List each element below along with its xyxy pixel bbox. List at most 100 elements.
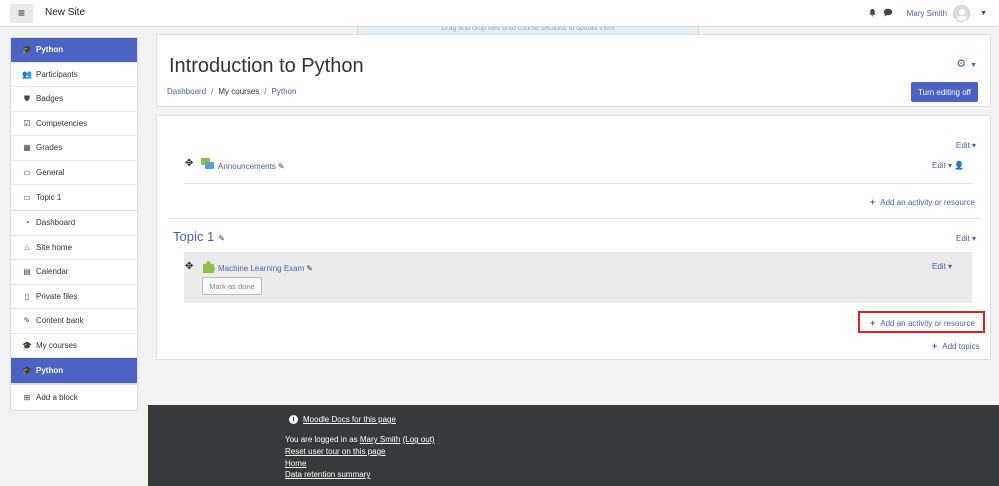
- edit-label: Edit: [956, 141, 970, 150]
- nav-item-my-courses[interactable]: 🎓 My courses: [11, 334, 137, 358]
- info-icon: i: [289, 415, 298, 424]
- nav-item-label: Topic 1: [36, 192, 62, 202]
- graduation-cap-icon: 🎓: [22, 365, 32, 375]
- data-retention-link[interactable]: Data retention summary: [285, 470, 370, 479]
- folder-icon: ▭: [23, 192, 31, 202]
- file-icon: ▯: [24, 291, 30, 301]
- nav-item-label: Private files: [36, 291, 78, 301]
- moodle-docs-link[interactable]: i Moodle Docs for this page: [289, 415, 396, 424]
- page-footer: i Moodle Docs for this page You are logg…: [148, 405, 999, 486]
- add-topics-label: Add topics: [942, 342, 980, 351]
- nav-item-label: My courses: [36, 340, 77, 350]
- nav-item-content-bank[interactable]: ✎ Content bank: [11, 309, 137, 334]
- nav-item-label: Badges: [36, 94, 64, 104]
- nav-item-badges[interactable]: ⛊ Badges: [11, 87, 137, 112]
- pencil-icon[interactable]: ✎: [278, 162, 285, 171]
- breadcrumb-my-courses[interactable]: My courses: [218, 87, 259, 96]
- activity-name: Announcements: [218, 162, 276, 171]
- puzzle-icon: [203, 261, 215, 273]
- breadcrumb-dashboard[interactable]: Dashboard: [167, 87, 206, 96]
- hamburger-icon[interactable]: ≡: [10, 4, 33, 23]
- add-block-button[interactable]: ⊞ Add a block: [11, 385, 137, 410]
- add-topics-button[interactable]: + Add topics: [932, 341, 980, 351]
- home-icon: ⌂: [24, 242, 30, 252]
- logged-in-prefix: You are logged in as: [285, 435, 358, 444]
- plus-square-icon: ⊞: [23, 392, 31, 402]
- nav-item-python-course[interactable]: 🎓 Python: [11, 358, 137, 383]
- dashboard-icon: ◔: [24, 218, 30, 228]
- mark-as-done-button[interactable]: Mark as done: [202, 277, 262, 295]
- avatar[interactable]: [953, 5, 971, 22]
- nav-item-calendar[interactable]: ▤ Calendar: [11, 260, 137, 285]
- table-icon: ▦: [23, 143, 31, 153]
- brush-icon: ✎: [23, 316, 31, 326]
- breadcrumb-separator: /: [264, 87, 267, 96]
- users-icon: 👥: [22, 69, 32, 79]
- move-icon[interactable]: ✥: [185, 261, 193, 272]
- chevron-down-icon: ▼: [970, 62, 977, 69]
- announcements-link[interactable]: Announcements ✎: [218, 162, 285, 171]
- section-title-topic-1[interactable]: Topic 1 ✎: [173, 229, 225, 244]
- nav-item-participants[interactable]: 👥 Participants: [11, 63, 137, 87]
- checkbox-icon: ☑: [23, 118, 31, 128]
- logged-in-info: You are logged in as Mary Smith (Log out…: [285, 435, 435, 444]
- add-block-nav: ⊞ Add a block: [10, 384, 138, 411]
- activity-name: Machine Learning Exam: [218, 264, 305, 273]
- machine-learning-exam-link[interactable]: Machine Learning Exam ✎: [218, 264, 313, 273]
- logged-in-user-link[interactable]: Mary Smith: [360, 435, 400, 444]
- add-activity-button-section-0[interactable]: + Add an activity or resource: [870, 197, 975, 207]
- chat-icon[interactable]: [883, 8, 893, 19]
- nav-item-private-files[interactable]: ▯ Private files: [11, 285, 137, 309]
- pencil-icon[interactable]: ✎: [306, 264, 313, 273]
- nav-item-label: Site home: [36, 242, 73, 252]
- nav-item-general[interactable]: ▭ General: [11, 161, 137, 185]
- pencil-icon[interactable]: ✎: [218, 234, 225, 243]
- breadcrumb-python[interactable]: Python: [272, 87, 297, 96]
- forum-icon: [201, 158, 214, 169]
- exam-edit-menu[interactable]: Edit ▾: [932, 262, 952, 271]
- nav-drawer: 🎓 Python 👥 Participants ⛊ Badges ☑ Compe…: [0, 27, 148, 486]
- nav-item-label: Participants: [36, 69, 78, 79]
- user-icon[interactable]: 👤: [954, 161, 964, 170]
- calendar-icon: ▤: [23, 267, 31, 277]
- nav-item-label: Competencies: [36, 118, 88, 128]
- divider: [184, 183, 972, 184]
- nav-item-grades[interactable]: ▦ Grades: [11, 136, 137, 161]
- add-block-label: Add a block: [36, 392, 78, 402]
- section-0-edit-menu[interactable]: Edit ▾: [956, 141, 976, 150]
- nav-item-dashboard[interactable]: ◔ Dashboard: [11, 211, 137, 236]
- edit-label: Edit: [932, 161, 946, 170]
- turn-editing-off-button[interactable]: Turn editing off: [911, 82, 978, 102]
- graduation-cap-icon: 🎓: [22, 340, 32, 350]
- chevron-down-icon[interactable]: ▼: [980, 10, 987, 17]
- page-header: Introduction to Python Dashboard / My co…: [156, 34, 991, 107]
- home-link[interactable]: Home: [285, 459, 306, 468]
- breadcrumb-separator: /: [211, 87, 214, 96]
- site-nav: ◔ Dashboard ⌂ Site home ▤ Calendar ▯ Pri…: [10, 210, 138, 384]
- site-name[interactable]: New Site: [45, 7, 85, 18]
- edit-label: Edit: [932, 262, 946, 271]
- breadcrumb: Dashboard / My courses / Python: [167, 87, 296, 96]
- bell-icon[interactable]: [868, 8, 877, 19]
- nav-item-python[interactable]: 🎓 Python: [11, 38, 137, 63]
- nav-item-label: General: [36, 167, 65, 177]
- gear-icon[interactable]: ⚙ ▼: [956, 57, 977, 70]
- section-divider: [168, 218, 980, 219]
- user-name[interactable]: Mary Smith: [907, 9, 947, 18]
- top-navbar: ≡ New Site Mary Smith ▼: [0, 0, 999, 27]
- section-1-edit-menu[interactable]: Edit ▾: [956, 234, 976, 243]
- moodle-docs-label: Moodle Docs for this page: [303, 415, 396, 424]
- move-icon[interactable]: ✥: [185, 158, 193, 169]
- logout-link[interactable]: (Log out): [403, 435, 435, 444]
- nav-item-label: Python: [36, 365, 64, 375]
- nav-item-label: Calendar: [36, 267, 69, 277]
- nav-item-topic-1[interactable]: ▭ Topic 1: [11, 185, 137, 210]
- nav-item-label: Grades: [36, 143, 63, 153]
- nav-item-competencies[interactable]: ☑ Competencies: [11, 112, 137, 136]
- reset-tour-link[interactable]: Reset user tour on this page: [285, 447, 386, 456]
- nav-item-site-home[interactable]: ⌂ Site home: [11, 236, 137, 260]
- highlight-box: [858, 311, 985, 333]
- add-activity-label: Add an activity or resource: [880, 198, 975, 207]
- announcements-edit-menu[interactable]: Edit ▾ 👤: [932, 161, 964, 170]
- nav-item-label: Dashboard: [36, 218, 76, 228]
